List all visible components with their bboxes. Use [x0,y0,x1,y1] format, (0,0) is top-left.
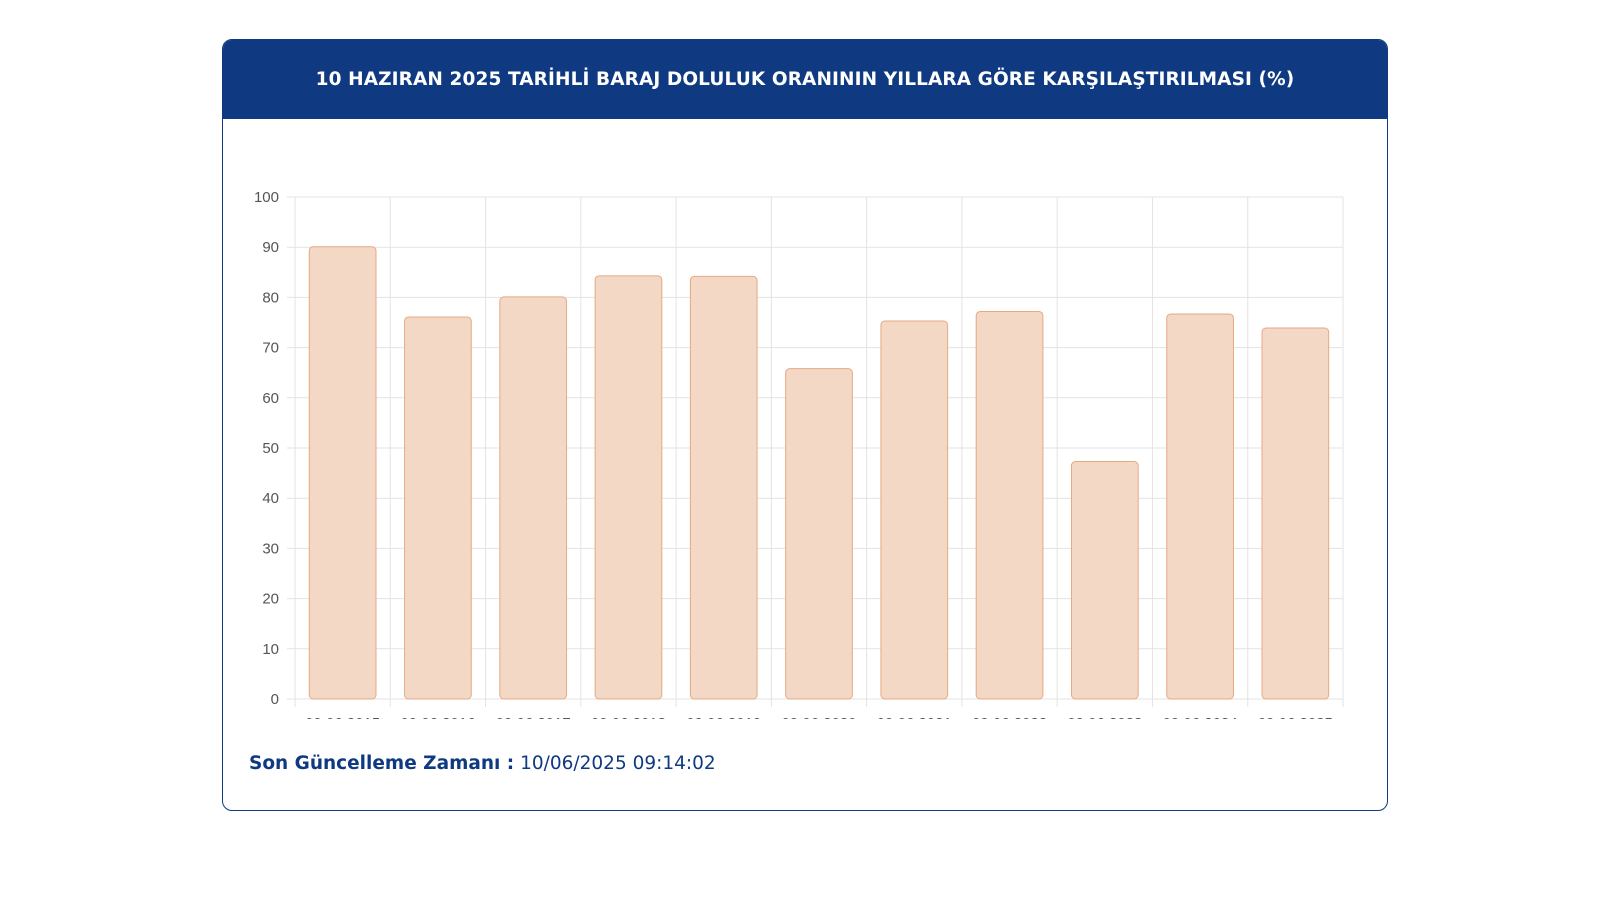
x-tick-label: 09.06.2023 [1067,715,1142,719]
bar-09.06.2018[interactable] [594,275,663,700]
y-tick-label: 60 [262,390,279,407]
x-tick-label: 09.06.2018 [591,715,666,719]
bar-09.06.2016[interactable] [404,316,472,700]
bar-09.06.2020[interactable] [785,368,853,700]
y-tick-label: 90 [262,239,279,256]
x-tick-label: 09.06.2021 [877,715,952,719]
last-update: Son Güncelleme Zamanı : 10/06/2025 09:14… [249,753,716,774]
y-tick-label: 100 [254,189,279,206]
y-tick-label: 70 [262,340,279,357]
y-tick-label: 80 [262,289,279,306]
y-tick-label: 50 [262,440,279,457]
bar-09.06.2021[interactable] [880,320,949,700]
x-tick-label: 09.06.2022 [972,715,1047,719]
x-tick-label: 09.06.2017 [496,715,571,719]
bar-chart: 0102030405060708090100 09.06.201509.06.2… [254,189,1344,732]
bar-09.06.2025[interactable] [1261,327,1330,700]
y-tick-label: 0 [271,691,279,708]
bar-09.06.2015[interactable] [308,246,377,700]
last-update-label: Son Güncelleme Zamanı : [249,753,515,774]
x-tick-label: 09.06.2015 [305,715,380,719]
x-tick-label: 09.06.2019 [686,715,761,719]
y-tick-label: 10 [262,641,279,658]
x-tick-label: 09.06.2016 [400,715,475,719]
bar-09.06.2022[interactable] [975,310,1044,700]
bars [308,246,1330,700]
y-tick-label: 40 [262,490,279,507]
last-update-value: 10/06/2025 09:14:02 [520,753,716,774]
bar-09.06.2024[interactable] [1166,313,1234,700]
x-tick-label: 09.06.2020 [781,715,856,719]
y-tick-label: 30 [262,540,279,557]
x-tick-label: 09.06.2025 [1258,715,1333,719]
chart-area: 0102030405060708090100 09.06.201509.06.2… [223,119,1387,732]
bar-09.06.2017[interactable] [499,296,568,700]
y-tick-label: 20 [262,591,279,608]
bar-09.06.2019[interactable] [689,275,758,700]
x-axis: 09.06.2015 09.06.2016 09.06.2017 09.06.2018… [305,715,1333,732]
chart-card: 10 HAZIRAN 2025 TARİHLİ BARAJ DOLULUK OR… [222,39,1388,811]
x-tick-label: 09.06.2024 [1163,715,1238,719]
chart-title: 10 HAZIRAN 2025 TARİHLİ BARAJ DOLULUK OR… [223,40,1387,119]
y-axis: 0 10 20 30 40 50 60 70 80 90 100 [254,189,279,708]
bar-09.06.2023[interactable] [1070,461,1139,700]
